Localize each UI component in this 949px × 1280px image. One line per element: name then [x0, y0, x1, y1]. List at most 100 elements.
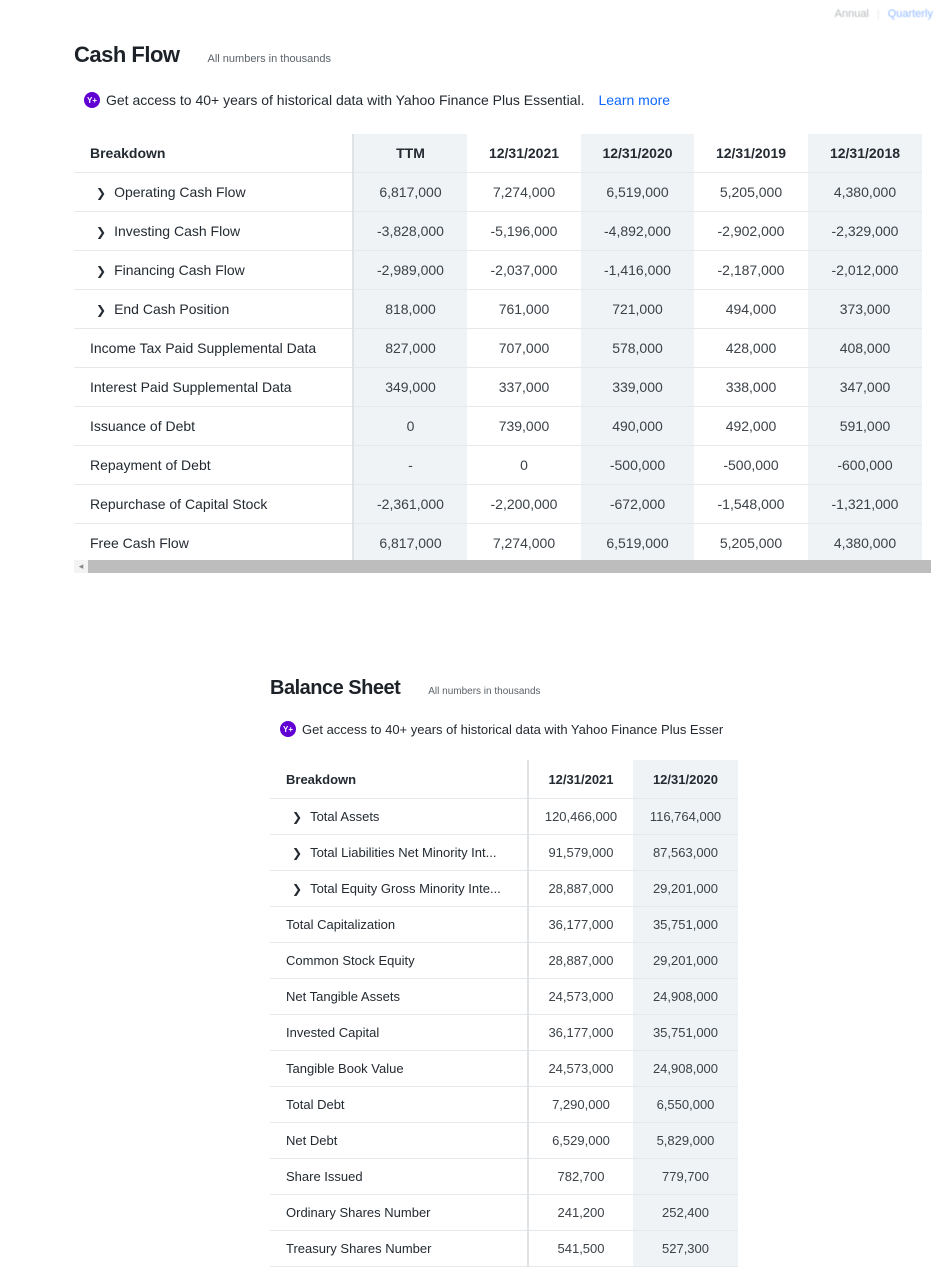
promo-text: Get access to 40+ years of historical da… [106, 92, 585, 108]
cell-value: 6,817,000 [353, 523, 467, 563]
learn-more-link[interactable]: Learn more [598, 92, 670, 108]
chevron-right-icon[interactable]: ❯ [96, 303, 106, 317]
breakdown-header: Breakdown [270, 760, 529, 799]
row-label-text: Total Liabilities Net Minority Int... [310, 845, 497, 860]
horizontal-scrollbar[interactable]: ◂ [74, 560, 931, 573]
row-label: Net Tangible Assets [270, 978, 529, 1015]
balance-sheet-note: All numbers in thousands [428, 686, 541, 697]
cell-value: 739,000 [467, 406, 581, 446]
row-label-text: Invested Capital [286, 1025, 380, 1040]
cell-value: 120,466,000 [528, 798, 633, 835]
cell-value: 6,550,000 [633, 1086, 738, 1123]
chevron-right-icon[interactable]: ❯ [292, 882, 302, 896]
table-row: Income Tax Paid Supplemental Data 827,000… [74, 328, 922, 368]
chevron-right-icon[interactable]: ❯ [292, 846, 302, 860]
cell-value: 591,000 [808, 406, 922, 446]
cell-value: 494,000 [694, 289, 808, 329]
scroll-left-icon[interactable]: ◂ [74, 560, 88, 573]
row-label-text: Total Capitalization [286, 917, 396, 932]
yahoo-plus-icon: Y+ [84, 92, 100, 108]
chevron-right-icon[interactable]: ❯ [96, 225, 106, 239]
cell-value: 29,201,000 [633, 942, 738, 979]
cash-flow-header-row: Breakdown TTM 12/31/2021 12/31/2020 12/31/20… [74, 134, 922, 173]
balance-sheet-title: Balance Sheet [270, 677, 401, 699]
row-label-text: Interest Paid Supplemental Data [90, 379, 292, 395]
cash-flow-title: Cash Flow [74, 42, 180, 67]
table-row: Interest Paid Supplemental Data 349,000 33… [74, 367, 922, 407]
row-label: Repurchase of Capital Stock [74, 484, 354, 524]
cell-value: - [353, 445, 467, 485]
table-row: Treasury Shares Number 541,500 527,300 [270, 1230, 738, 1267]
row-label[interactable]: ❯ End Cash Position [74, 289, 354, 329]
row-label: Treasury Shares Number [270, 1230, 529, 1267]
table-row[interactable]: ❯ Financing Cash Flow -2,989,000 -2,037,000… [74, 250, 922, 290]
table-row: Common Stock Equity 28,887,000 29,201,000 [270, 942, 738, 979]
table-row: Issuance of Debt 0 739,000 490,000 492,000 59… [74, 406, 922, 446]
table-row[interactable]: ❯ Total Equity Gross Minority Inte... 28,8… [270, 870, 738, 907]
annual-toggle[interactable]: Annual [835, 8, 869, 20]
cell-value: 578,000 [581, 328, 694, 368]
row-label[interactable]: ❯ Total Assets [270, 798, 529, 835]
row-label: Net Debt [270, 1122, 529, 1159]
cash-flow-promo: Y+ Get access to 40+ years of historical… [84, 92, 670, 108]
balance-sheet-table: Breakdown 12/31/2021 12/31/2020 ❯ Total Ass… [270, 760, 738, 1267]
balance-sheet-header: Balance Sheet All numbers in thousands [270, 677, 541, 700]
row-label: Free Cash Flow [74, 523, 354, 563]
cell-value: -5,196,000 [467, 211, 581, 251]
cell-value: -1,548,000 [694, 484, 808, 524]
table-row[interactable]: ❯ Total Liabilities Net Minority Int... 91… [270, 834, 738, 871]
cell-value: 241,200 [528, 1194, 633, 1231]
cell-value: 6,817,000 [353, 172, 467, 212]
cell-value: 761,000 [467, 289, 581, 329]
row-label[interactable]: ❯ Total Equity Gross Minority Inte... [270, 870, 529, 907]
table-row: Total Debt 7,290,000 6,550,000 [270, 1086, 738, 1123]
table-row: Free Cash Flow 6,817,000 7,274,000 6,519,00… [74, 523, 922, 563]
cell-value: -2,012,000 [808, 250, 922, 290]
row-label-text: Treasury Shares Number [286, 1241, 432, 1256]
row-label-text: Common Stock Equity [286, 953, 415, 968]
row-label-text: Income Tax Paid Supplemental Data [90, 340, 317, 356]
cell-value: 24,908,000 [633, 1050, 738, 1087]
table-row[interactable]: ❯ Total Assets 120,466,000 116,764,000 [270, 798, 738, 835]
row-label-text: Net Tangible Assets [286, 989, 400, 1004]
cash-flow-table: Breakdown TTM 12/31/2021 12/31/2020 12/31/20… [74, 134, 922, 563]
table-row: Tangible Book Value 24,573,000 24,908,000 [270, 1050, 738, 1087]
row-label[interactable]: ❯ Financing Cash Flow [74, 250, 354, 290]
balance-sheet-header-row: Breakdown 12/31/2021 12/31/2020 [270, 760, 738, 799]
chevron-right-icon[interactable]: ❯ [96, 186, 106, 200]
cell-value: 707,000 [467, 328, 581, 368]
table-row[interactable]: ❯ Operating Cash Flow 6,817,000 7,274,000 6,… [74, 172, 922, 212]
cell-value: 24,573,000 [528, 978, 633, 1015]
cell-value: -2,329,000 [808, 211, 922, 251]
cell-value: 116,764,000 [633, 798, 738, 835]
cell-value: 492,000 [694, 406, 808, 446]
cell-value: -1,416,000 [581, 250, 694, 290]
cell-value: 35,751,000 [633, 906, 738, 943]
row-label-text: Net Debt [286, 1133, 338, 1148]
row-label-text: Financing Cash Flow [114, 262, 245, 278]
column-header: TTM [353, 134, 467, 173]
row-label: Total Debt [270, 1086, 529, 1123]
cell-value: 827,000 [353, 328, 467, 368]
row-label: Income Tax Paid Supplemental Data [74, 328, 354, 368]
table-row: Ordinary Shares Number 241,200 252,400 [270, 1194, 738, 1231]
scrollbar-thumb[interactable] [88, 560, 931, 573]
row-label[interactable]: ❯ Operating Cash Flow [74, 172, 354, 212]
cell-value: -2,989,000 [353, 250, 467, 290]
quarterly-toggle[interactable]: Quarterly [888, 8, 933, 20]
row-label[interactable]: ❯ Investing Cash Flow [74, 211, 354, 251]
cash-flow-body: ❯ Operating Cash Flow 6,817,000 7,274,000 6,… [74, 172, 922, 563]
chevron-right-icon[interactable]: ❯ [292, 810, 302, 824]
chevron-right-icon[interactable]: ❯ [96, 264, 106, 278]
column-header: 12/31/2021 [528, 760, 633, 799]
cell-value: 29,201,000 [633, 870, 738, 907]
table-row: Repayment of Debt -0 -500,000 -500,000 -600,… [74, 445, 922, 485]
table-row[interactable]: ❯ End Cash Position 818,000 761,000 721,000 4… [74, 289, 922, 329]
cell-value: 7,274,000 [467, 172, 581, 212]
cell-value: 36,177,000 [528, 906, 633, 943]
cell-value: 5,205,000 [694, 172, 808, 212]
table-row[interactable]: ❯ Investing Cash Flow -3,828,000 -5,196,000… [74, 211, 922, 251]
table-row: Repurchase of Capital Stock -2,361,000 -2,… [74, 484, 922, 524]
row-label[interactable]: ❯ Total Liabilities Net Minority Int... [270, 834, 529, 871]
cell-value: -500,000 [581, 445, 694, 485]
